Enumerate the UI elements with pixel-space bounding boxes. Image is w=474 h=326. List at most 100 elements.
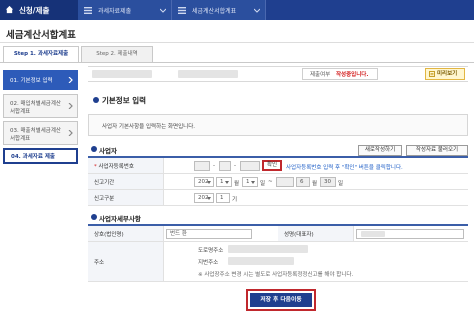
unit-day: 일 (260, 181, 266, 187)
status-bar: 제출여부 작성중입니다. 미리보기 (88, 66, 468, 82)
menu-icon (178, 7, 186, 14)
sidebar-item-submit[interactable]: 04. 과세자료 제출 (3, 148, 78, 164)
new-write-button[interactable]: 새로작성하기 (358, 145, 402, 156)
period-separator: ~ (268, 179, 273, 185)
rep-name-field[interactable] (356, 229, 464, 239)
sidebar-item-label: 02. 매입처별세금계산서합계표 (10, 101, 61, 115)
type-term: 1 (220, 195, 224, 201)
type-year-select[interactable]: 202 (194, 193, 214, 203)
address-label: 주소 (94, 259, 105, 266)
company-form: 상호(법인명) 번드 환 성명(대표자) 주소 도로명주소 지번주소 ※ 사업장… (88, 224, 468, 284)
type-label-cell: 신고구분 (88, 190, 164, 205)
preview-button[interactable]: 미리보기 (425, 68, 465, 80)
company-name-label: 상호(법인명) (94, 231, 124, 238)
menu-icon (84, 7, 92, 14)
preview-icon (429, 71, 435, 77)
period-start-month-select[interactable]: 1 (216, 177, 232, 187)
sidebar-item-sales[interactable]: 03. 매출처별세금계산서합계표 (3, 121, 78, 145)
period-row: 신고기간 202 1 월 1 일 ~ 6 월 30 일 (88, 174, 468, 190)
section-title: 기본정보 입력 (102, 96, 147, 105)
breadcrumb-tax-data[interactable]: 과세자료제출 (78, 0, 172, 20)
business-form: * 사업자등록번호 - - 확인 사업자등록번호 입력 후 "확인" 버튼을 클… (88, 156, 468, 208)
address-label-cell: 주소 (88, 242, 164, 281)
rep-name-label: 성명(대표자) (284, 231, 314, 238)
notice-box: 사업자 기본사항을 입력하는 화면입니다. (88, 114, 468, 136)
masked-road-address (228, 245, 308, 253)
chevron-down-icon (254, 8, 260, 13)
tab-step-2[interactable]: Step 2. 제출내역 (81, 46, 153, 62)
type-label: 신고구분 (94, 195, 115, 202)
unit-month: 월 (234, 181, 240, 187)
sidebar-item-label: 04. 과세자료 제출 (11, 154, 55, 160)
reg-no-part2[interactable] (219, 161, 231, 171)
period-label-cell: 신고기간 (88, 174, 164, 189)
tab-divider (0, 62, 474, 63)
type-row: 신고구분 202 1 기 (88, 190, 468, 206)
period-end-day: 30 (320, 177, 336, 187)
unit-day: 일 (338, 181, 344, 187)
sidebar-item-purchase[interactable]: 02. 매입처별세금계산서합계표 (3, 94, 78, 118)
period-end-month-value: 6 (300, 179, 304, 185)
unit-month: 월 (312, 181, 318, 187)
reg-no-label-cell: * 사업자등록번호 (88, 158, 164, 173)
tab-step-1[interactable]: Step 1. 과세자료제출 (3, 46, 79, 63)
breadcrumb-label: 세금계산서합계표 (192, 8, 237, 15)
period-start-day-select[interactable]: 1 (242, 177, 258, 187)
bullet-icon (93, 97, 99, 103)
chevron-down-icon (251, 181, 255, 184)
company-name-label-cell: 상호(법인명) (88, 226, 164, 241)
address-hint: ※ 사업장주소 변경 시는 별도로 사업자등록정정신고를 해야 합니다. (198, 272, 354, 278)
subsection-title: 사업자 (99, 147, 117, 155)
confirm-button[interactable]: 확인 (262, 160, 282, 171)
bullet-icon (91, 146, 97, 152)
breadcrumb-tax-invoice[interactable]: 세금계산서합계표 (172, 0, 266, 20)
chevron-down-icon (207, 181, 211, 184)
home-menu[interactable]: 신청/제출 (0, 0, 78, 20)
save-button-highlight: 저장 후 다음이동 (246, 289, 316, 311)
home-label: 신청/제출 (19, 6, 50, 15)
load-written-button[interactable]: 작성자료 불러오기 (406, 145, 468, 156)
masked-lot-address (228, 257, 294, 265)
rep-name-label-cell: 성명(대표자) (278, 226, 354, 241)
period-end-month: 6 (296, 177, 310, 187)
submit-status-label: 제출여부 (310, 72, 331, 78)
chevron-right-icon (68, 77, 73, 83)
address-row: 주소 도로명주소 지번주소 ※ 사업장주소 변경 시는 별도로 사업자등록정정신… (88, 242, 468, 282)
reg-no-part3[interactable] (240, 161, 260, 171)
company-name-value: 번드 환 (170, 231, 187, 237)
home-icon (5, 5, 14, 14)
masked-rep-name (361, 231, 385, 237)
reg-no-part1[interactable] (194, 161, 210, 171)
chevron-down-icon (225, 181, 229, 184)
preview-label: 미리보기 (437, 71, 458, 77)
period-start-month: 1 (220, 179, 224, 185)
submit-status-value: 작성중입니다. (336, 72, 369, 78)
sidebar-item-basic-info[interactable]: 01. 기본정보 입력 (3, 70, 78, 90)
company-name-field[interactable]: 번드 환 (166, 229, 252, 239)
reg-no-row: * 사업자등록번호 - - 확인 사업자등록번호 입력 후 "확인" 버튼을 클… (88, 158, 468, 174)
chevron-down-icon (207, 197, 211, 200)
top-nav-bar: 신청/제출 과세자료제출 세금계산서합계표 (0, 0, 474, 20)
sidebar-item-label: 01. 기본정보 입력 (10, 78, 53, 84)
reg-no-label: 사업자등록번호 (98, 163, 134, 170)
period-start-day: 1 (246, 179, 250, 185)
chevron-down-icon (160, 8, 166, 13)
type-term-select[interactable]: 1 (216, 193, 230, 203)
type-unit: 기 (232, 197, 238, 203)
title-divider (0, 42, 474, 43)
chevron-right-icon (68, 130, 73, 136)
notice-text: 사업자 기본사항을 입력하는 화면입니다. (102, 124, 196, 130)
page-title: 세금계산서합계표 (6, 30, 76, 41)
period-end-year (276, 177, 294, 187)
sidebar-item-label: 03. 매출처별세금계산서합계표 (10, 128, 61, 142)
reg-no-hint: 사업자등록번호 입력 후 "확인" 버튼을 클릭합니다. (286, 165, 403, 171)
company-name-row: 상호(법인명) 번드 환 성명(대표자) (88, 226, 468, 242)
period-end-day-value: 30 (324, 179, 331, 185)
breadcrumb-label: 과세자료제출 (98, 8, 132, 15)
period-label: 신고기간 (94, 179, 115, 186)
chevron-right-icon (68, 103, 73, 109)
save-next-button[interactable]: 저장 후 다음이동 (250, 293, 312, 307)
submit-status: 제출여부 작성중입니다. (302, 68, 378, 80)
period-year-select[interactable]: 202 (194, 177, 214, 187)
masked-business-number (178, 70, 238, 78)
